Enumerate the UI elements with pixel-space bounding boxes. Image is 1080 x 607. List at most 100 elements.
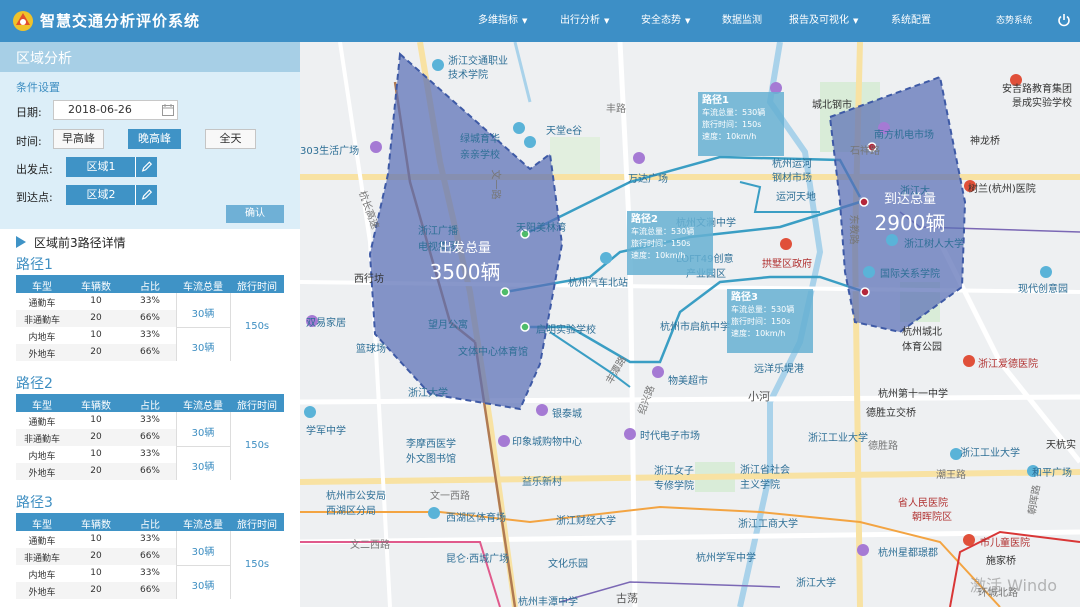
table-cell: 非通勤车	[23, 316, 60, 326]
table-divider	[176, 446, 230, 447]
route-info-total: 车流总量：530辆	[631, 227, 695, 236]
map-label: 杭州运河	[772, 159, 812, 170]
nav-item-multidim[interactable]: 多维指标 ▼	[478, 0, 527, 42]
map-label: 潮王路	[936, 470, 966, 481]
origin-selector[interactable]: 区域1	[66, 157, 157, 177]
power-icon[interactable]	[1057, 13, 1071, 27]
route-info-time: 旅行时间：150s	[731, 317, 791, 326]
map-label: 朝晖院区	[912, 512, 952, 523]
table-cell: 10	[90, 296, 102, 306]
map-label: 启明实验学校	[536, 325, 596, 336]
edit-icon[interactable]	[135, 185, 157, 205]
app-logo-icon	[13, 11, 33, 31]
route-info-speed: 速度：10km/h	[702, 132, 757, 141]
table-cell: 33%	[139, 296, 160, 306]
table-cell: 非通勤车	[23, 435, 60, 445]
map-label: 杭州市启航中学	[660, 322, 730, 333]
map-label: 主义学院	[740, 480, 780, 491]
map-view[interactable]: 浙江交通职业 技术学院 绿城育华 亲亲学校 天堂e谷 303生活广场 万达广场 …	[300, 42, 1080, 607]
table-row: 通勤车 10 33%	[16, 293, 176, 310]
dest-zone-caption: 到达总量 2900辆	[855, 188, 965, 236]
map-label: 现代创意园	[1018, 284, 1068, 295]
column-header: 车辆数	[81, 282, 111, 293]
route-info-3[interactable]: 路径3 车流总量：530辆 旅行时间：150s 速度：10km/h	[727, 289, 813, 353]
route-info-2[interactable]: 路径2 车流总量：530辆 旅行时间：150s 速度：10km/h	[627, 211, 713, 275]
column-header: 车型	[32, 401, 52, 412]
table-cell: 66%	[139, 466, 160, 476]
confirm-button[interactable]: 确认	[226, 205, 284, 223]
top-nav-bar: 智慧交通分析评价系统 多维指标 ▼ 出行分析 ▼ 安全态势 ▼ 数据监测 报告及可视化…	[0, 0, 1080, 42]
chevron-down-icon: ▼	[604, 17, 610, 25]
map-label: 杭州学军中学	[696, 553, 756, 564]
date-value: 2018-06-26	[68, 103, 132, 116]
table-cell: 10	[90, 415, 102, 425]
table-cell: 10	[90, 449, 102, 459]
origin-value: 区域1	[86, 160, 116, 173]
table-header: 车型 车辆数 占比 车流总量 旅行时间	[16, 513, 284, 531]
hospital-icon	[963, 355, 975, 367]
shop-icon	[652, 366, 664, 378]
map-label: 望月公寓	[428, 320, 468, 331]
time-option-morning[interactable]: 早高峰	[53, 129, 104, 149]
column-header: 车型	[32, 282, 52, 293]
table-cell: 通勤车	[28, 299, 56, 309]
table-header: 车型 车辆数 占比 车流总量 旅行时间	[16, 394, 284, 412]
map-label: 浙江财经大学	[556, 516, 616, 527]
panel-title: 区域分析	[16, 51, 72, 67]
shop-icon	[536, 404, 548, 416]
table-row: 非通勤车 20 66%	[16, 310, 176, 327]
chevron-down-icon: ▼	[853, 17, 859, 25]
map-label: 浙江工业大学	[808, 433, 868, 444]
calendar-icon[interactable]	[162, 104, 174, 116]
map-label: 西湖区分局	[326, 506, 376, 517]
school-icon	[432, 59, 444, 71]
shop-icon	[498, 435, 510, 447]
time-option-allday[interactable]: 全天	[205, 129, 256, 149]
column-header: 旅行时间	[237, 282, 277, 293]
map-label: 西行坊	[354, 274, 384, 285]
table-cell: 外地车	[28, 588, 56, 598]
table-divider	[230, 531, 231, 599]
shop-icon	[624, 428, 636, 440]
origin-zone-caption: 出发总量 3500辆	[410, 237, 520, 285]
map-label: 益乐新村	[522, 477, 562, 488]
travel-time-cell: 150s	[244, 440, 270, 451]
map-label: 德胜立交桥	[866, 408, 916, 419]
dest-selector[interactable]: 区域2	[66, 185, 157, 205]
map-label: 和平广场	[1032, 468, 1072, 479]
map-label: 天杭实	[1046, 440, 1076, 451]
school-icon	[304, 406, 316, 418]
column-header: 车辆数	[81, 520, 111, 531]
map-label: 景成实验学校	[1012, 98, 1072, 109]
shop-icon	[370, 141, 382, 153]
date-field[interactable]: 2018-06-26	[53, 100, 178, 120]
nav-item-situation[interactable]: 态势系统	[996, 0, 1032, 42]
nav-item-config[interactable]: 系统配置	[891, 0, 931, 42]
route-info-time: 旅行时间：150s	[631, 239, 691, 248]
table-cell: 内地车	[28, 333, 56, 343]
route-info-1[interactable]: 路径1 车流总量：530辆 旅行时间：150s 速度：10km/h	[698, 92, 784, 156]
table-cell: 内地车	[28, 571, 56, 581]
nav-item-report[interactable]: 报告及可视化 ▼	[789, 0, 858, 42]
table-cell: 20	[90, 551, 102, 561]
table-header: 车型 车辆数 占比 车流总量 旅行时间	[16, 275, 284, 293]
table-cell: 10	[90, 330, 102, 340]
table-divider	[230, 412, 231, 480]
map-label: 杭州丰潭中学	[518, 597, 578, 607]
table-row: 通勤车 10 33%	[16, 412, 176, 429]
map-label: 浙江大学	[408, 388, 448, 399]
nav-item-safety[interactable]: 安全态势 ▼	[641, 0, 690, 42]
table-cell: 66%	[139, 313, 160, 323]
map-label: 文化乐园	[548, 559, 588, 570]
map-label: 施家桥	[986, 556, 1016, 567]
time-option-evening[interactable]: 晚高峰	[128, 129, 181, 149]
map-label: 文一西路	[430, 491, 470, 502]
edit-icon[interactable]	[135, 157, 157, 177]
nav-item-travel[interactable]: 出行分析 ▼	[560, 0, 609, 42]
office-icon	[513, 122, 525, 134]
map-label: 杭州星都璟郡	[878, 548, 938, 559]
origin-label: 出发点:	[16, 163, 53, 176]
route-title: 路径3	[16, 495, 53, 511]
map-label: 德胜路	[868, 441, 898, 452]
nav-item-monitor[interactable]: 数据监测	[722, 0, 762, 42]
